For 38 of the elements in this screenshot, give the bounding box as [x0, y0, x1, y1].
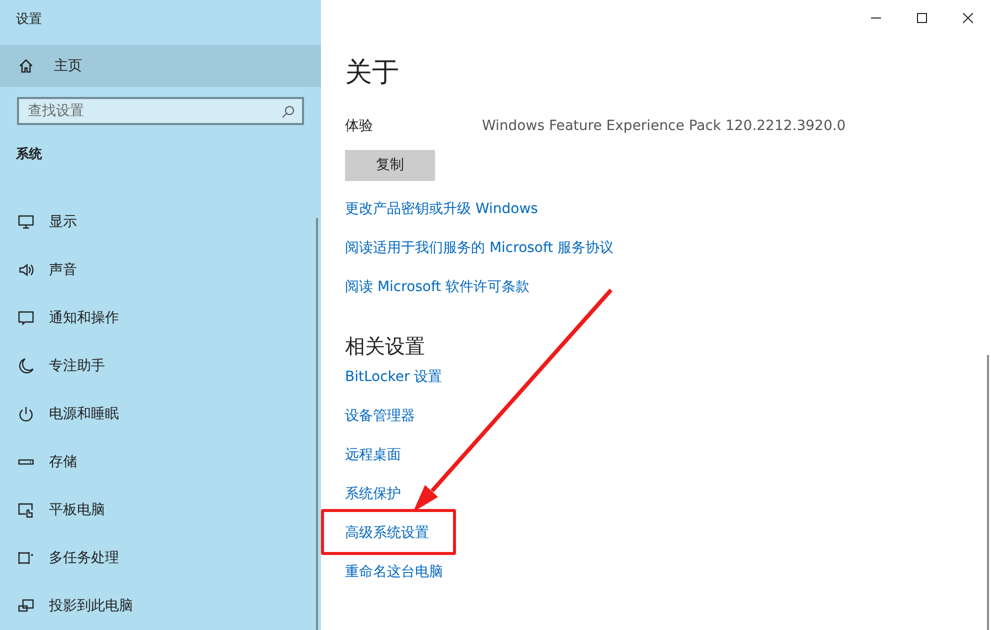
section-heading: 相关设置 — [345, 333, 426, 360]
spec-label: 体验 — [345, 117, 374, 136]
window-title: 设置 — [15, 11, 43, 29]
notification-icon — [17, 309, 35, 327]
nav-item[interactable]: 声音 — [0, 246, 321, 294]
link[interactable]: 系统保护 — [345, 483, 401, 505]
link[interactable]: 设备管理器 — [345, 405, 415, 427]
search-field[interactable]: 查找设置 — [17, 97, 304, 124]
link[interactable]: 远程桌面 — [345, 444, 401, 466]
maximize-icon — [917, 13, 927, 23]
nav-item[interactable]: 专注助手 — [0, 342, 321, 390]
tablet-icon — [17, 501, 35, 519]
copy-button[interactable]: 复制 — [345, 150, 435, 181]
power-icon — [17, 405, 35, 423]
nav-item[interactable]: 多任务处理 — [0, 534, 321, 582]
section-heading: 系统 — [15, 146, 43, 164]
link[interactable]: 重命名这台电脑 — [345, 561, 443, 583]
moon-icon — [17, 357, 35, 375]
search-icon — [281, 105, 295, 120]
spec-value: Windows Feature Experience Pack 120.2212.3920.0 — [482, 117, 846, 136]
link[interactable]: 高级系统设置 — [345, 522, 429, 544]
home-icon — [18, 58, 34, 74]
multitask-icon — [17, 549, 35, 567]
link[interactable]: 更改产品密钥或升级 Windows — [345, 198, 538, 220]
nav-item[interactable]: 投影到此电脑 — [0, 582, 321, 630]
close-icon — [963, 13, 973, 23]
nav-item[interactable]: 通知和操作 — [0, 294, 321, 342]
nav-item[interactable]: 电源和睡眠 — [0, 390, 321, 438]
display-icon — [17, 213, 35, 231]
page-title: 关于 — [345, 56, 400, 90]
nav-item[interactable]: 显示 — [0, 198, 321, 246]
home-nav-item[interactable]: 主页 — [0, 45, 321, 88]
link[interactable]: 阅读 Microsoft 软件许可条款 — [345, 276, 530, 298]
nav-item[interactable]: 存储 — [0, 438, 321, 486]
nav-item[interactable]: 平板电脑 — [0, 486, 321, 534]
sound-icon — [17, 261, 35, 279]
link[interactable]: 阅读适用于我们服务的 Microsoft 服务协议 — [345, 237, 614, 259]
link[interactable]: BitLocker 设置 — [345, 366, 442, 388]
